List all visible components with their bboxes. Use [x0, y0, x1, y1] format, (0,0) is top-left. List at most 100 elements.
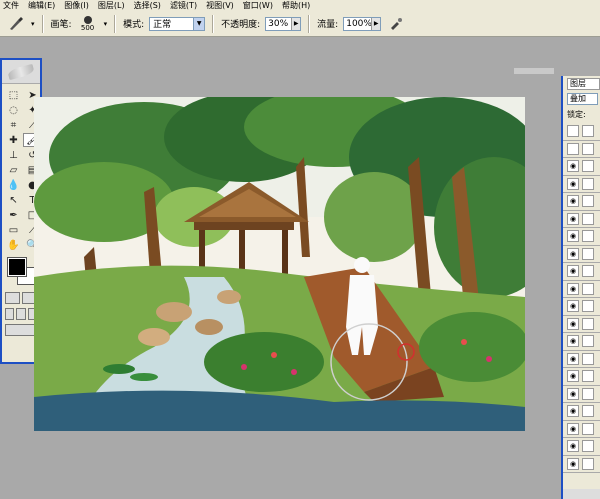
- eye-icon[interactable]: ◉: [567, 195, 579, 208]
- eye-icon[interactable]: ◉: [567, 352, 579, 365]
- jump-to-imageready-icon[interactable]: [5, 324, 37, 336]
- layer-thumbnail: [582, 405, 594, 418]
- layer-row[interactable]: ◉: [563, 228, 600, 246]
- brush-size: 500: [80, 23, 95, 32]
- standard-mode-icon[interactable]: [5, 292, 20, 304]
- layer-row[interactable]: ◉: [563, 245, 600, 263]
- brush-preset-picker[interactable]: 500: [77, 14, 99, 34]
- layer-row[interactable]: ◉: [563, 175, 600, 193]
- menu-layer[interactable]: 图层(L): [98, 0, 125, 11]
- eye-icon[interactable]: ◉: [567, 440, 579, 453]
- brush-preset-arrow-icon[interactable]: ▾: [104, 20, 108, 28]
- menu-help[interactable]: 帮助(H): [282, 0, 310, 11]
- layer-thumbnail: [582, 300, 594, 313]
- eye-icon[interactable]: ◉: [567, 282, 579, 295]
- palette-well: [514, 68, 554, 74]
- eye-icon[interactable]: ◉: [567, 317, 579, 330]
- eye-icon[interactable]: ◉: [567, 230, 579, 243]
- eraser-icon[interactable]: ▱: [4, 163, 23, 177]
- layer-thumbnail: [582, 230, 594, 243]
- crop-icon[interactable]: ⌗: [4, 118, 23, 132]
- blend-mode-select[interactable]: 叠加: [567, 93, 598, 105]
- separator: [212, 14, 215, 33]
- eye-icon[interactable]: [567, 125, 579, 138]
- layer-row[interactable]: ◉: [563, 333, 600, 351]
- layer-row[interactable]: ◉: [563, 385, 600, 403]
- healing-brush-icon[interactable]: ✚: [4, 133, 23, 147]
- layer-thumbnail: [582, 282, 594, 295]
- pen-icon[interactable]: ✒: [4, 208, 23, 222]
- layer-row[interactable]: ◉: [563, 298, 600, 316]
- document-canvas[interactable]: [34, 97, 525, 431]
- layer-thumbnail: [582, 247, 594, 260]
- eye-icon[interactable]: ◉: [567, 300, 579, 313]
- layer-row[interactable]: ◉: [563, 368, 600, 386]
- layer-row[interactable]: ◉: [563, 158, 600, 176]
- clone-stamp-icon[interactable]: ⊥: [4, 148, 23, 162]
- menu-select[interactable]: 选择(S): [134, 0, 161, 11]
- mode-label: 模式:: [123, 20, 145, 30]
- layer-thumbnail: [582, 142, 594, 155]
- menu-file[interactable]: 文件: [3, 0, 19, 11]
- opacity-field[interactable]: 30% ▶: [265, 16, 302, 31]
- hand-icon[interactable]: ✋: [4, 238, 23, 252]
- layer-row[interactable]: ◉: [563, 193, 600, 211]
- layers-palette: 图层 叠加 锁定: ◉ ◉ ◉ ◉ ◉ ◉ ◉ ◉ ◉ ◉ ◉ ◉ ◉ ◉ ◉ …: [561, 76, 600, 499]
- screen-mode-full-icon[interactable]: [16, 308, 26, 320]
- screen-mode-standard-icon[interactable]: [5, 308, 15, 320]
- airbrush-icon[interactable]: [386, 15, 406, 33]
- layer-row[interactable]: ◉: [563, 403, 600, 421]
- menu-bar: 文件 编辑(E) 图像(I) 图层(L) 选择(S) 滤镜(T) 视图(V) 窗…: [0, 0, 600, 11]
- layer-thumbnail: [582, 265, 594, 278]
- layer-row[interactable]: ◉: [563, 210, 600, 228]
- menu-image[interactable]: 图像(I): [64, 0, 89, 11]
- layer-row[interactable]: ◉: [563, 455, 600, 473]
- eye-icon[interactable]: ◉: [567, 177, 579, 190]
- blur-icon[interactable]: 💧: [4, 178, 23, 192]
- layer-row[interactable]: ◉: [563, 438, 600, 456]
- menu-edit[interactable]: 编辑(E): [28, 0, 55, 11]
- mode-value: 正常: [153, 20, 172, 30]
- brush-icon[interactable]: [6, 15, 26, 33]
- eye-icon[interactable]: ◉: [567, 422, 579, 435]
- options-bar: ▾ 画笔: 500 ▾ 模式: 正常 ▼ 不透明度: 30% ▶ 流量: 100…: [0, 11, 600, 37]
- layer-thumbnail: [582, 195, 594, 208]
- mode-select[interactable]: 正常 ▼: [149, 16, 206, 31]
- tab-layers[interactable]: 图层: [567, 78, 600, 90]
- eye-icon[interactable]: ◉: [567, 247, 579, 260]
- marquee-icon[interactable]: ⬚: [4, 88, 23, 102]
- separator: [41, 14, 44, 33]
- slider-arrow-icon[interactable]: ▶: [291, 17, 301, 30]
- eye-icon[interactable]: ◉: [567, 335, 579, 348]
- eye-icon[interactable]: ◉: [567, 405, 579, 418]
- layer-row[interactable]: ◉: [563, 315, 600, 333]
- path-select-icon[interactable]: ↖: [4, 193, 23, 207]
- layer-thumbnail: [582, 370, 594, 383]
- eye-icon[interactable]: ◉: [567, 387, 579, 400]
- layer-row[interactable]: ◉: [563, 280, 600, 298]
- toolbox-header[interactable]: [2, 60, 40, 84]
- flow-field[interactable]: 100% ▶: [343, 16, 382, 31]
- layer-row[interactable]: ◉: [563, 420, 600, 438]
- menu-window[interactable]: 窗口(W): [243, 0, 273, 11]
- eye-icon[interactable]: ◉: [567, 265, 579, 278]
- foreground-color[interactable]: [7, 257, 27, 277]
- notes-icon[interactable]: ▭: [4, 223, 23, 237]
- eye-icon[interactable]: ◉: [567, 160, 579, 173]
- slider-arrow-icon[interactable]: ▶: [371, 17, 381, 30]
- separator: [308, 14, 311, 33]
- layers-footer: [563, 489, 600, 499]
- brush-dot-icon: [83, 15, 92, 24]
- lasso-icon[interactable]: ◌: [4, 103, 23, 117]
- eye-icon[interactable]: ◉: [567, 370, 579, 383]
- layer-row[interactable]: ◉: [563, 350, 600, 368]
- eye-icon[interactable]: ◉: [567, 212, 579, 225]
- menu-view[interactable]: 视图(V): [206, 0, 234, 11]
- layer-row[interactable]: ◉: [563, 263, 600, 281]
- eye-icon[interactable]: ◉: [567, 457, 579, 470]
- layer-row[interactable]: [563, 123, 600, 141]
- eye-icon[interactable]: [567, 142, 579, 155]
- layer-row[interactable]: [563, 140, 600, 158]
- brush-dropdown-icon[interactable]: ▾: [31, 20, 35, 28]
- menu-filter[interactable]: 滤镜(T): [170, 0, 197, 11]
